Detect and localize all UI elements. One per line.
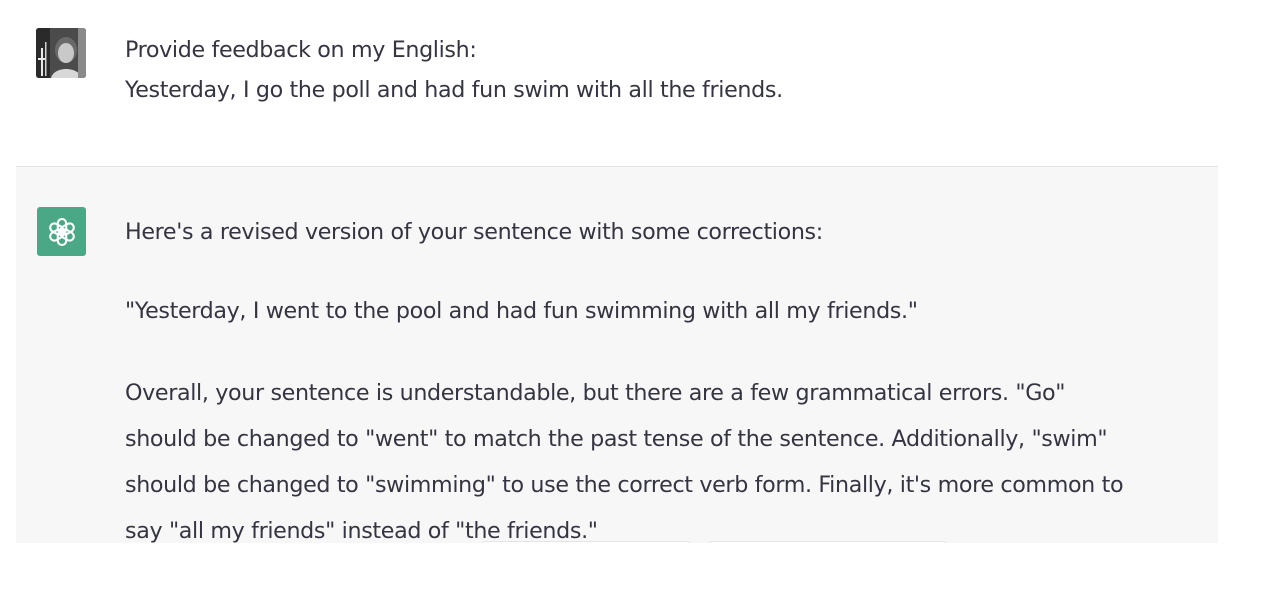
- assistant-revised-sentence: "Yesterday, I went to the pool and had f…: [125, 298, 918, 324]
- assistant-explanation-paragraph: Overall, your sentence is understandable…: [125, 370, 1195, 543]
- assistant-explanation-line: should be changed to "swimming" to use t…: [125, 472, 1124, 498]
- user-avatar: [36, 28, 86, 78]
- user-message-line: Provide feedback on my English:: [125, 37, 477, 63]
- assistant-message: Here's a revised version of your sentenc…: [16, 167, 1218, 543]
- chat-conversation: Provide feedback on my English: Yesterda…: [0, 0, 1269, 600]
- user-message-text: Provide feedback on my English: Yesterda…: [125, 30, 1195, 110]
- assistant-avatar: [37, 207, 86, 256]
- user-message: Provide feedback on my English: Yesterda…: [16, 0, 1218, 167]
- user-photo-avatar: [36, 28, 86, 78]
- assistant-intro: Here's a revised version of your sentenc…: [125, 219, 823, 245]
- user-message-line: Yesterday, I go the poll and had fun swi…: [125, 77, 783, 103]
- regenerate-response-button[interactable]: [480, 541, 692, 543]
- assistant-intro-paragraph: Here's a revised version of your sentenc…: [125, 212, 1195, 252]
- assistant-revised-paragraph: "Yesterday, I went to the pool and had f…: [125, 291, 1195, 331]
- openai-logo-icon: [48, 217, 75, 246]
- assistant-explanation-line: say "all my friends" instead of "the fri…: [125, 518, 598, 543]
- continue-button[interactable]: [706, 541, 948, 543]
- assistant-explanation-line: should be changed to "went" to match the…: [125, 426, 1108, 452]
- assistant-explanation-line: Overall, your sentence is understandable…: [125, 380, 1066, 406]
- assistant-message-text: Here's a revised version of your sentenc…: [125, 212, 1195, 543]
